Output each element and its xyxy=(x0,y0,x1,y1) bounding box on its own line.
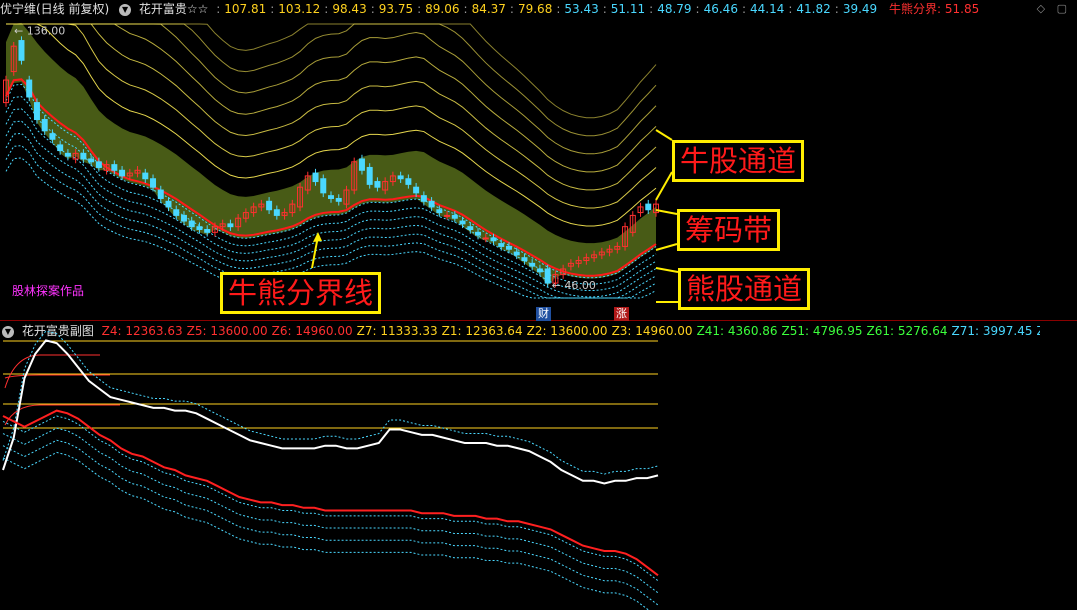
callout-arrow xyxy=(655,171,673,201)
callout-bear-channel: 熊股通道 xyxy=(678,268,811,310)
candle-body xyxy=(204,229,211,233)
candle-body xyxy=(88,158,95,163)
candle-body xyxy=(490,237,497,242)
candle-body xyxy=(335,197,342,202)
candle-body xyxy=(150,178,157,188)
callout-arrow xyxy=(655,209,678,215)
candle-body xyxy=(645,203,652,211)
candle-body xyxy=(18,40,25,61)
candle-body xyxy=(436,209,443,214)
callout-bull-channel: 牛股通道 xyxy=(672,140,805,182)
candle-body xyxy=(428,200,435,208)
candle-body xyxy=(467,226,474,230)
candle-body xyxy=(57,144,64,152)
low-price-label: ← 46.00 xyxy=(552,279,596,292)
candle-body xyxy=(397,175,404,180)
candle-body xyxy=(405,178,412,185)
candle-body xyxy=(173,209,180,216)
candle-body xyxy=(374,181,381,188)
candle-body xyxy=(451,214,458,219)
candle-body xyxy=(49,133,56,140)
callout-arrow xyxy=(655,243,678,251)
candle-body xyxy=(26,79,33,98)
sub-cyan-band xyxy=(2,439,659,606)
callout-bull-bear-line: 牛熊分界线 xyxy=(220,272,382,314)
candle-body xyxy=(142,172,149,180)
candle-body xyxy=(312,172,319,183)
candle-body xyxy=(521,257,528,262)
limit-up-marker[interactable]: 涨 xyxy=(614,307,629,321)
candle-body xyxy=(544,268,551,284)
sub-cyan-band xyxy=(2,415,659,582)
sub-red-line xyxy=(2,409,659,577)
candle-body xyxy=(157,189,164,199)
candle-body xyxy=(459,220,466,225)
callout-chip-band: 筹码带 xyxy=(677,209,781,251)
candle-body xyxy=(328,195,334,199)
sub-rising-curve xyxy=(4,354,100,389)
callout-arrow xyxy=(655,129,673,141)
candle-body xyxy=(505,245,512,250)
sub-white-line xyxy=(2,339,659,485)
chart-canvas[interactable]: ← 136.00 ← 46.00 xyxy=(0,0,1077,610)
candle-body xyxy=(366,166,373,185)
candle-body xyxy=(119,169,126,177)
high-price-label: ← 136.00 xyxy=(14,24,65,37)
candle-body xyxy=(529,262,536,267)
candle-body xyxy=(482,237,489,240)
candle-body xyxy=(188,220,195,228)
candle-body xyxy=(266,200,273,211)
candle-body xyxy=(475,231,482,236)
finance-marker[interactable]: 财 xyxy=(536,307,551,321)
candle-body xyxy=(444,214,451,217)
candle-body xyxy=(513,251,520,256)
candle-body xyxy=(498,243,505,247)
candle-body xyxy=(64,152,71,157)
candle-body xyxy=(420,195,427,202)
sub-cyan-band xyxy=(2,451,650,610)
sub-rising-curve xyxy=(4,404,120,426)
watermark-text: 股林探案作品 xyxy=(12,284,85,298)
callout-arrow xyxy=(655,267,679,273)
candle-body xyxy=(95,161,102,168)
candle-body xyxy=(196,226,203,230)
candle-body xyxy=(165,200,172,208)
sub-cyan-band xyxy=(2,330,659,475)
candle-body xyxy=(536,268,543,273)
candle-body xyxy=(320,178,327,194)
candle-body xyxy=(41,119,48,132)
chip-band-area xyxy=(6,22,656,286)
candle-body xyxy=(358,158,365,171)
candle-body xyxy=(33,102,40,121)
candle-body xyxy=(180,214,187,222)
candle-body xyxy=(227,223,234,228)
candle-body xyxy=(111,164,118,171)
candle-body xyxy=(80,152,87,160)
candle-body xyxy=(273,209,280,216)
candle-body xyxy=(413,186,420,194)
